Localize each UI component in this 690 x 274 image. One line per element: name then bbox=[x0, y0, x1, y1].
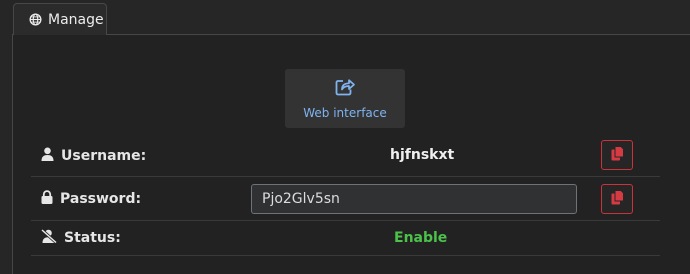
username-label: Username: bbox=[41, 147, 146, 165]
status-label-text: Status: bbox=[64, 230, 121, 246]
share-external-icon bbox=[334, 77, 356, 100]
status-row: Status: Enable bbox=[31, 221, 660, 256]
copy-username-button[interactable] bbox=[601, 140, 633, 170]
username-label-text: Username: bbox=[61, 148, 147, 164]
tab-manage[interactable]: Manage bbox=[13, 3, 107, 35]
password-label-text: Password: bbox=[60, 191, 142, 207]
web-interface-label: Web interface bbox=[303, 106, 387, 120]
lock-icon bbox=[41, 190, 53, 208]
user-slash-icon bbox=[41, 228, 57, 247]
password-field[interactable] bbox=[251, 184, 577, 214]
web-interface-button[interactable]: Web interface bbox=[285, 69, 405, 128]
copy-icon bbox=[611, 189, 624, 209]
username-value: hjfnskxt bbox=[390, 147, 455, 163]
user-icon bbox=[41, 147, 54, 165]
tab-manage-label: Manage bbox=[48, 11, 104, 28]
status-label: Status: bbox=[41, 228, 121, 247]
password-row: Password: bbox=[31, 177, 660, 221]
status-value: Enable bbox=[394, 230, 448, 246]
password-label: Password: bbox=[41, 190, 141, 208]
copy-password-button[interactable] bbox=[601, 184, 633, 214]
copy-icon bbox=[611, 145, 624, 165]
globe-icon bbox=[29, 13, 42, 26]
username-row: Username: hjfnskxt bbox=[31, 136, 660, 177]
